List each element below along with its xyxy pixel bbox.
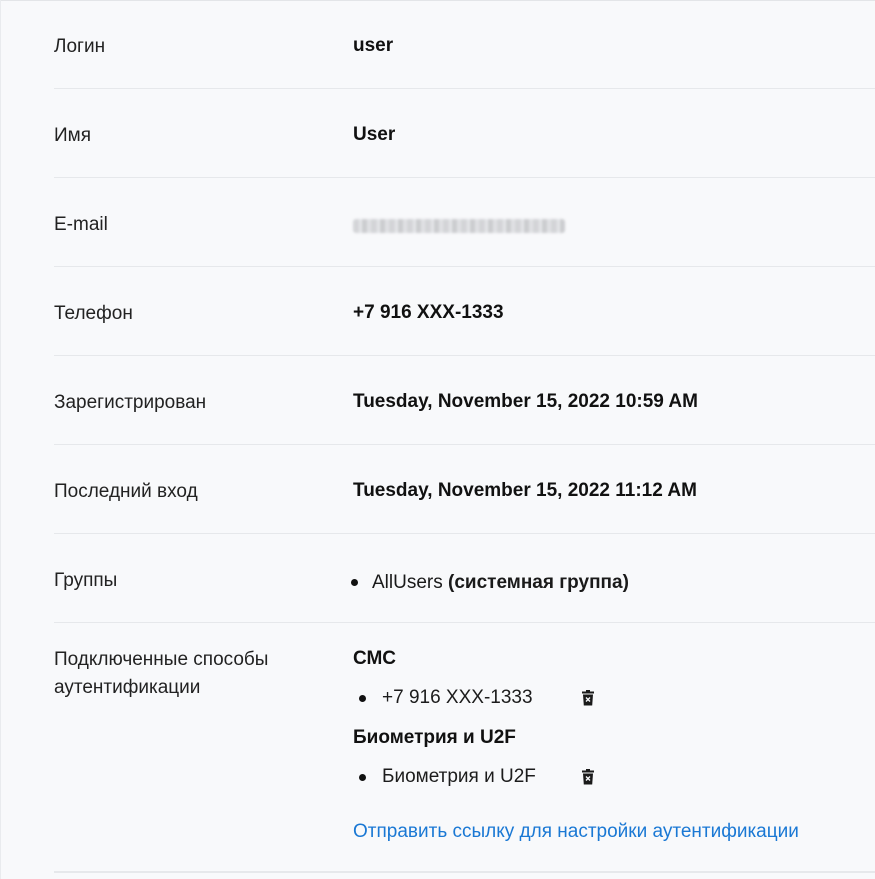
phone-value: +7 916 XXX-1333	[353, 302, 504, 323]
group-type: (системная группа)	[448, 572, 629, 593]
last-login-value: Tuesday, November 15, 2022 11:12 AM	[353, 480, 697, 501]
row-email: E-mail	[54, 178, 875, 267]
row-name: Имя User	[54, 89, 875, 178]
bullet	[359, 695, 366, 702]
row-login: Логин user	[54, 0, 875, 89]
biometry-method-title: Биометрия и U2F	[353, 727, 516, 748]
bullet	[351, 579, 358, 586]
row-groups: Группы AllUsers (системная группа)	[54, 534, 875, 623]
sms-phone: +7 916 XXX-1333	[382, 687, 533, 708]
login-label: Логин	[54, 36, 106, 57]
email-value-blurred	[353, 219, 565, 233]
biometry-name: Биометрия и U2F	[382, 766, 536, 787]
row-last-login: Последний вход Tuesday, November 15, 202…	[54, 445, 875, 534]
user-profile-table: Логин user Имя User E-mail Телефон +7 91…	[54, 0, 875, 873]
group-name: AllUsers	[372, 572, 443, 593]
row-phone: Телефон +7 916 XXX-1333	[54, 267, 875, 356]
phone-label: Телефон	[54, 303, 133, 324]
sms-method-item: +7 916 XXX-1333	[359, 684, 594, 712]
trash-icon[interactable]	[581, 690, 595, 706]
registered-label: Зарегистрирован	[54, 392, 207, 413]
group-list-item: AllUsers (системная группа)	[351, 569, 629, 597]
name-value: User	[353, 124, 396, 145]
send-auth-setup-link[interactable]: Отправить ссылку для настройки аутентифи…	[353, 818, 799, 846]
name-label: Имя	[54, 125, 92, 146]
login-value: user	[353, 35, 394, 56]
sms-method-title: СМС	[353, 648, 397, 669]
left-border	[0, 0, 1, 879]
email-label: E-mail	[54, 214, 108, 235]
auth-methods-label: Подключенные способы аутентификации	[54, 649, 269, 698]
registered-value: Tuesday, November 15, 2022 10:59 AM	[353, 391, 698, 412]
last-login-label: Последний вход	[54, 481, 198, 502]
row-registered: Зарегистрирован Tuesday, November 15, 20…	[54, 356, 875, 445]
biometry-method-item: Биометрия и U2F	[359, 763, 594, 791]
trash-icon[interactable]	[581, 769, 595, 785]
bullet	[359, 774, 366, 781]
groups-label: Группы	[54, 570, 118, 591]
row-auth-methods: Подключенные способы аутентификации СМС …	[54, 623, 875, 873]
